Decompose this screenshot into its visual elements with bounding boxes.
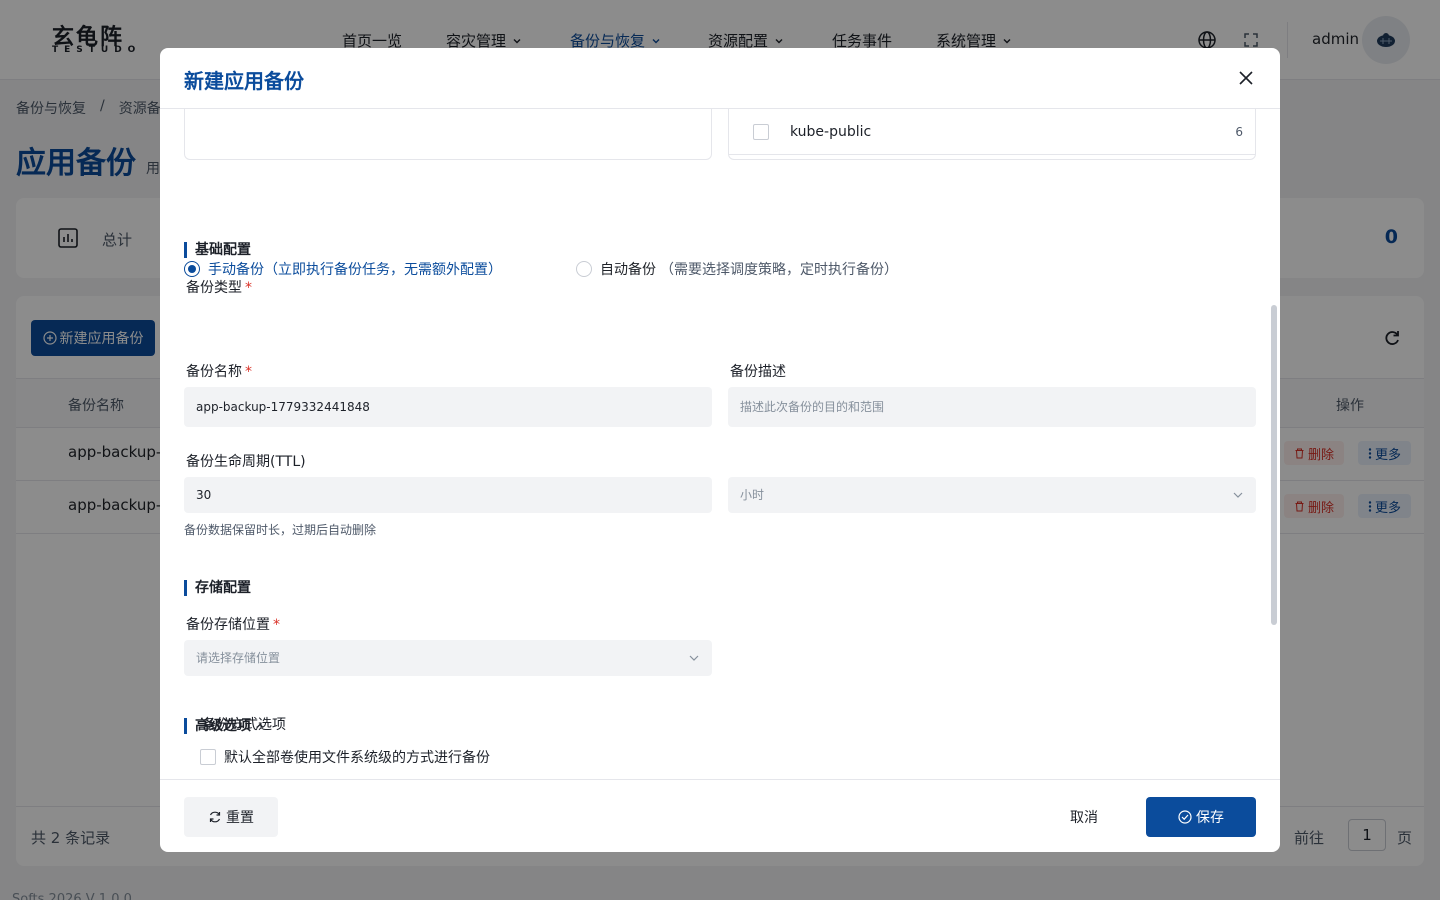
radio-auto-label: 自动备份 [600, 262, 656, 278]
dialog-header: 新建应用备份 [160, 48, 1280, 109]
section-basic-config: 基础配置 [184, 242, 251, 258]
dialog-body[interactable]: kube-public 6 基础配置 备份类型 * 手动备份 （立即执行备份任务，… [160, 109, 1280, 779]
radio-auto-backup[interactable]: 自动备份 （需要选择调度策略，定时执行备份） [576, 259, 898, 279]
backup-type-label: 备份类型 * [186, 277, 252, 297]
section-storage-config-label: 存储配置 [195, 580, 251, 596]
namespace-source-panel [184, 109, 712, 160]
cancel-button[interactable]: 取消 [1070, 807, 1098, 827]
save-label: 保存 [1196, 810, 1224, 826]
dialog-scrollbar[interactable] [1271, 305, 1277, 625]
storage-location-label-text: 备份存储位置 [186, 617, 270, 633]
ttl-input[interactable]: 30 [184, 477, 712, 513]
namespace-row[interactable]: kube-public 6 [729, 109, 1255, 155]
radio-dot[interactable] [576, 261, 592, 277]
radio-auto-hint: （需要选择调度策略，定时执行备份） [660, 262, 898, 278]
backup-name-input[interactable]: app-backup-1779332441848 [184, 387, 712, 427]
refresh-icon [209, 811, 221, 823]
storage-location-label: 备份存储位置 * [186, 614, 280, 634]
section-basic-config-label: 基础配置 [195, 242, 251, 258]
save-button[interactable]: 保存 [1146, 797, 1256, 837]
backup-name-label-text: 备份名称 [186, 364, 242, 380]
fs-backup-option[interactable]: 默认全部卷使用文件系统级的方式进行备份 [200, 747, 490, 767]
reset-label: 重置 [226, 810, 254, 826]
namespace-checkbox[interactable] [753, 124, 769, 140]
ttl-label: 备份生命周期(TTL) [186, 454, 306, 470]
namespace-name: kube-public [790, 124, 872, 140]
section-storage-config: 存储配置 [184, 580, 251, 596]
required-mark: * [273, 617, 280, 633]
radio-manual-label: 手动备份 [208, 262, 264, 278]
dialog-title: 新建应用备份 [184, 69, 304, 93]
storage-location-placeholder: 请选择存储位置 [196, 651, 281, 665]
ttl-unit-value: 小时 [740, 488, 765, 502]
backup-name-label: 备份名称 * [186, 361, 252, 381]
radio-dot[interactable] [184, 261, 200, 277]
ttl-unit-select[interactable]: 小时 [728, 477, 1256, 513]
backup-method-title: 备份方式选项 [202, 717, 286, 733]
backup-desc-label: 备份描述 [730, 364, 786, 380]
chevron-down-icon [1233, 492, 1243, 498]
backup-desc-input[interactable]: 描述此次备份的目的和范围 [728, 387, 1256, 427]
backup-type-label-text: 备份类型 [186, 280, 242, 296]
fs-backup-checkbox[interactable] [200, 749, 216, 765]
radio-manual-backup[interactable]: 手动备份 （立即执行备份任务，无需额外配置） [184, 259, 502, 279]
chevron-down-icon [689, 655, 699, 661]
dialog-footer: 重置 取消 保存 [160, 779, 1280, 852]
ttl-help-text: 备份数据保留时长，过期后自动删除 [184, 523, 377, 537]
new-app-backup-dialog: 新建应用备份 kube-public 6 基础配置 备份类型 * 手动备份 （立即… [160, 48, 1280, 852]
reset-button[interactable]: 重置 [184, 797, 278, 837]
close-icon[interactable] [1236, 68, 1256, 88]
radio-manual-hint: （立即执行备份任务，无需额外配置） [264, 262, 502, 278]
namespace-target-panel: kube-public 6 [728, 109, 1256, 160]
fs-backup-label: 默认全部卷使用文件系统级的方式进行备份 [224, 750, 490, 766]
required-mark: * [245, 364, 252, 380]
storage-location-select[interactable]: 请选择存储位置 [184, 640, 712, 676]
namespace-count: 6 [1235, 125, 1243, 139]
required-mark: * [245, 280, 252, 296]
check-circle-icon [1178, 810, 1192, 824]
